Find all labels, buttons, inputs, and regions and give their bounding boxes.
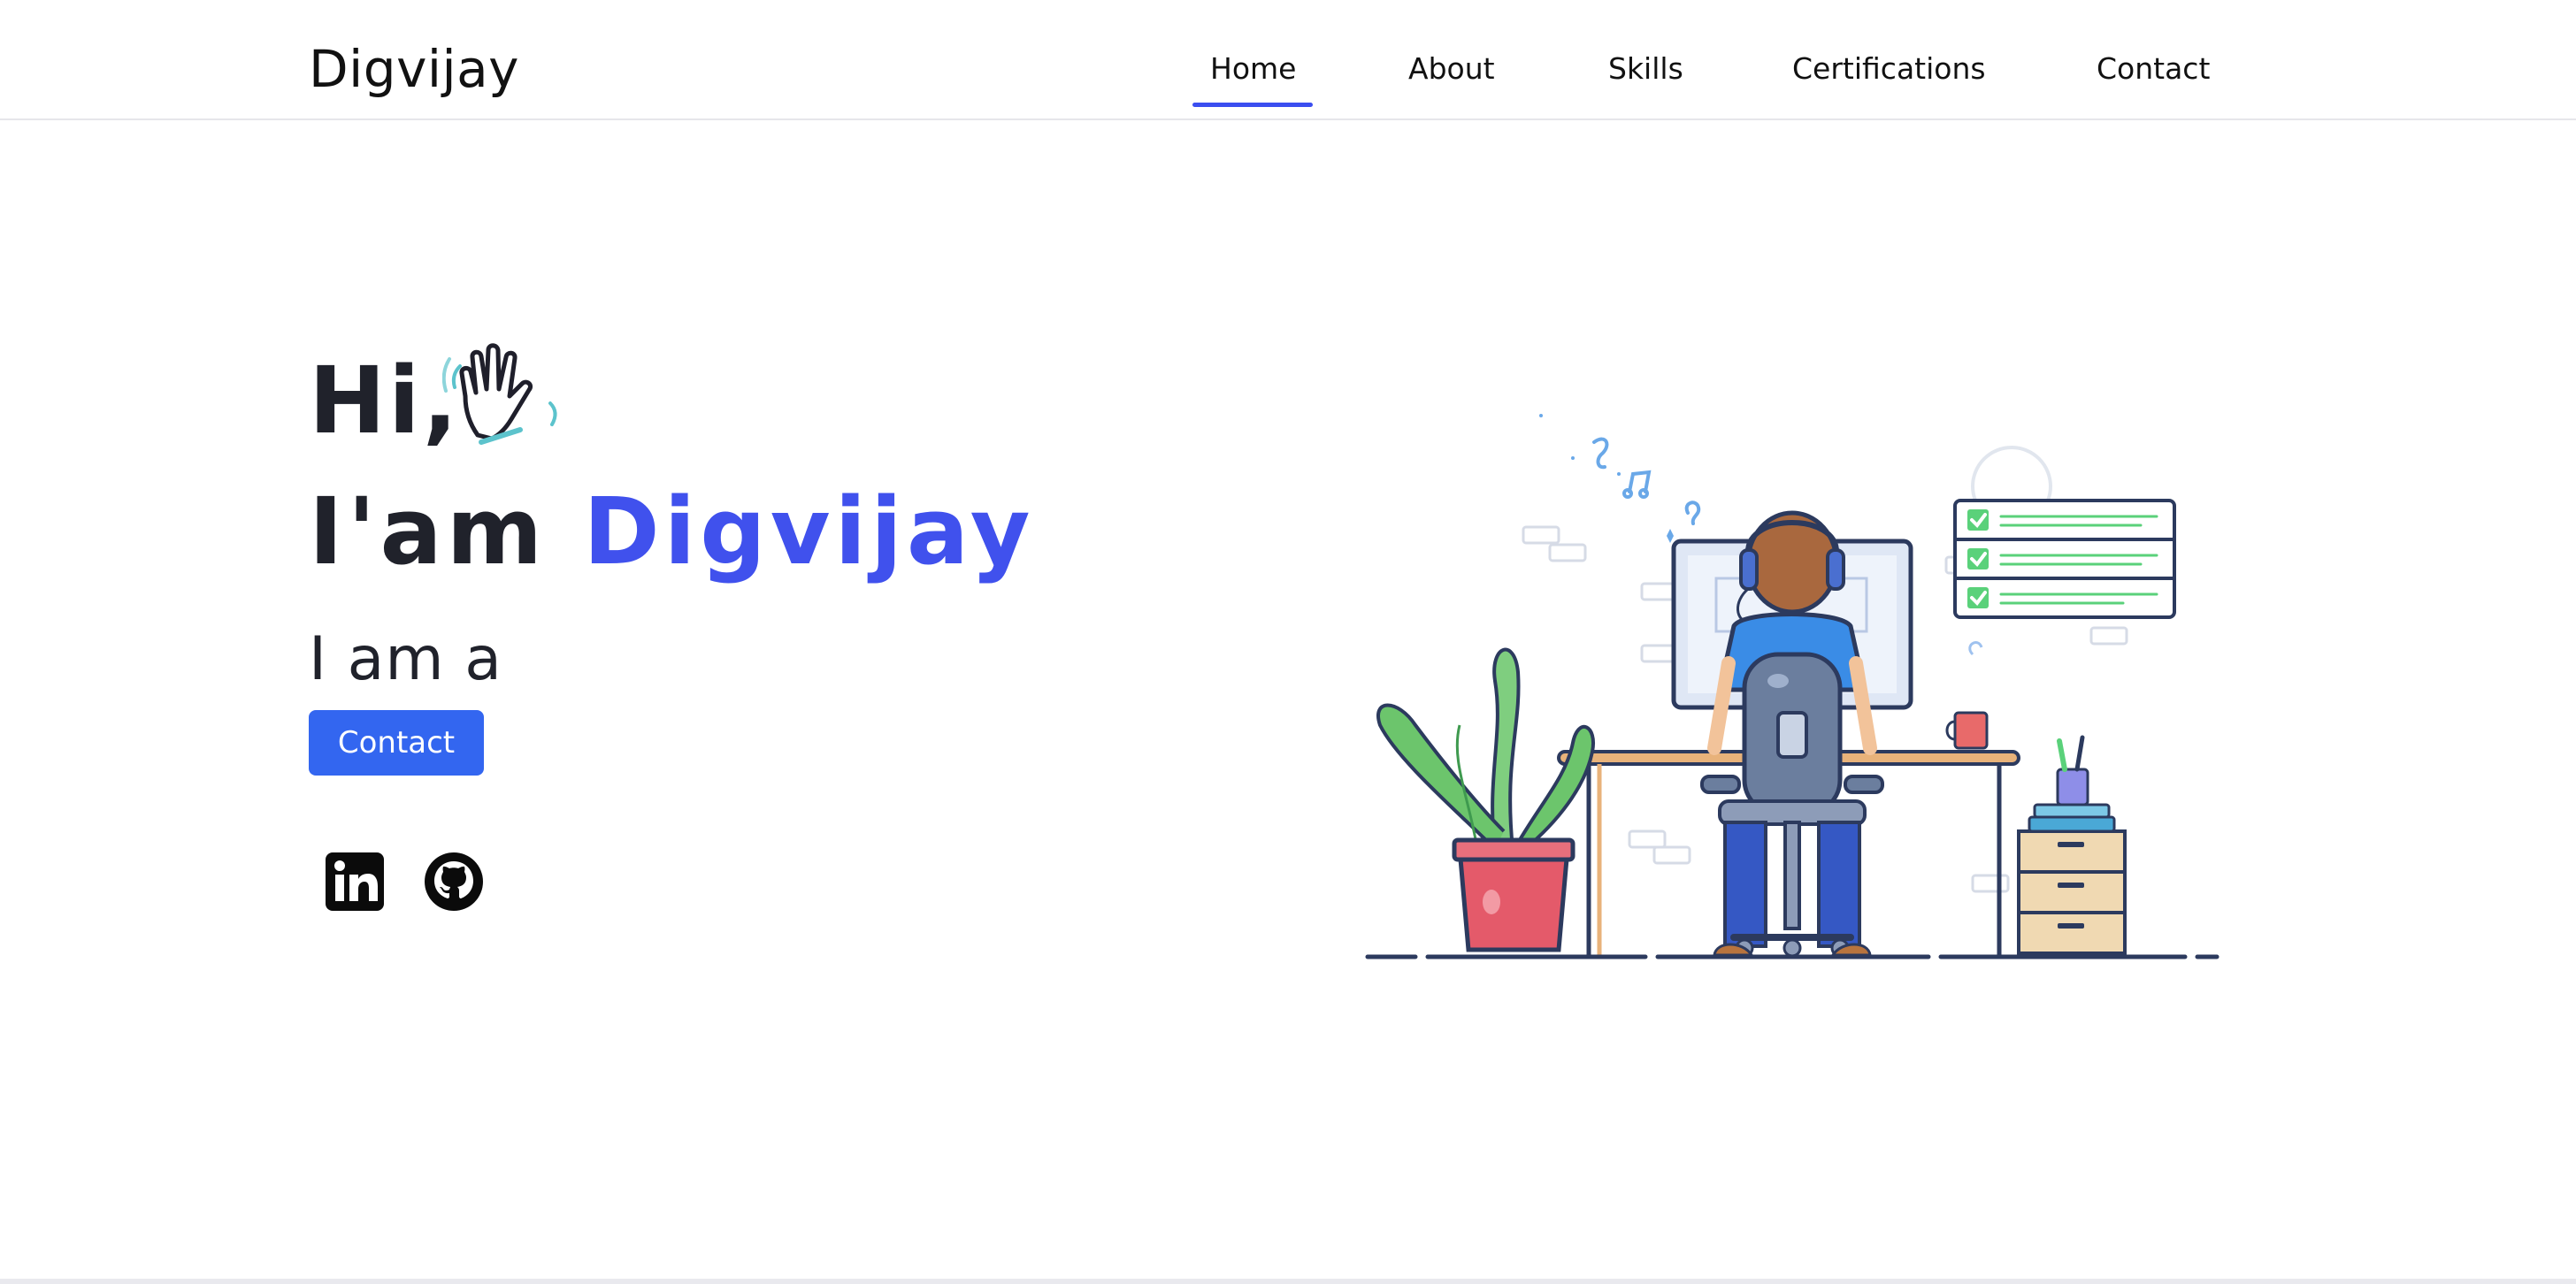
- greeting-heading: Hi,: [309, 347, 461, 455]
- site-header: Digvijay Home About Skills Certification…: [0, 0, 2576, 120]
- contact-button[interactable]: Contact: [309, 710, 484, 776]
- active-nav-indicator: [1192, 103, 1313, 107]
- nav-certifications[interactable]: Certifications: [1792, 51, 1986, 86]
- intro-heading: I'am Digvijay: [309, 478, 1035, 585]
- nav-contact[interactable]: Contact: [2097, 51, 2210, 86]
- site-logo[interactable]: Digvijay: [309, 39, 519, 99]
- role-text: I am a: [309, 624, 502, 694]
- nav-about[interactable]: About: [1408, 51, 1495, 86]
- waving-hand-icon: [442, 343, 557, 445]
- page-bottom-edge: [0, 1279, 2576, 1284]
- nav-skills[interactable]: Skills: [1608, 51, 1683, 86]
- github-icon[interactable]: [423, 851, 485, 913]
- linkedin-icon[interactable]: [324, 851, 386, 913]
- intro-name: Digvijay: [583, 478, 1035, 585]
- developer-desk-illustration: [1365, 414, 2220, 959]
- intro-prefix: I'am: [309, 478, 548, 585]
- nav-home[interactable]: Home: [1210, 51, 1296, 86]
